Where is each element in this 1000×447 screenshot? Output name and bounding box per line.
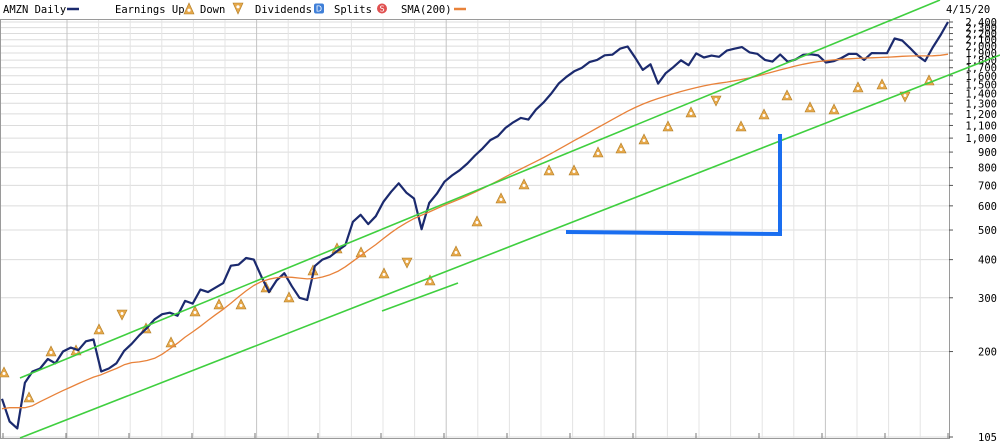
earnings-up-marker — [23, 391, 35, 403]
splits-label: Splits — [334, 4, 372, 16]
earnings-up-marker — [518, 178, 530, 190]
dividends-label: Dividends — [255, 4, 312, 16]
y-axis: 105 200 300 400 500 600 700 800 900 1,0001,1001,2… — [949, 17, 997, 444]
earnings-up-marker — [471, 215, 483, 227]
annotation-horizontal — [565, 230, 783, 236]
earnings-up-marker — [662, 120, 674, 132]
earnings-up-marker — [543, 164, 555, 176]
earnings-up-marker — [283, 291, 295, 303]
splits-badge-letter: S — [379, 5, 384, 14]
earnings-up-label: Earnings Up — [115, 4, 185, 16]
sma-series-line — [1, 53, 949, 410]
sma-label: SMA(200) — [401, 4, 452, 16]
earnings-up-marker — [378, 267, 390, 279]
earnings-up-marker — [638, 133, 650, 145]
earnings-up-marker — [852, 81, 864, 93]
earnings-up-marker — [495, 192, 507, 204]
price-chart: AMZN Daily Earnings Up Down Dividends D … — [0, 0, 1000, 444]
earnings-down-marker-icon — [232, 2, 244, 15]
y-tick-label: 700 — [978, 180, 997, 192]
earnings-up-marker — [828, 103, 840, 115]
y-tick-label: 200 — [978, 347, 997, 359]
y-tick-label: 1,200 — [965, 109, 997, 121]
ticker-label: AMZN Daily — [3, 4, 66, 16]
earnings-up-marker — [735, 120, 747, 132]
chart-legend: AMZN Daily Earnings Up Down Dividends D … — [3, 2, 990, 16]
earnings-up-marker — [685, 106, 697, 118]
earnings-up-marker — [568, 164, 580, 176]
earnings-up-marker — [45, 345, 57, 357]
dividends-badge-letter: D — [316, 5, 322, 14]
earnings-up-marker — [0, 366, 10, 378]
upper-trend-line — [19, 0, 941, 379]
trend-channel — [19, 0, 1000, 439]
earnings-up-marker — [450, 245, 462, 257]
lower-trend-line — [19, 54, 1000, 439]
earnings-up-marker — [235, 298, 247, 310]
y-tick-label: 400 — [978, 255, 997, 267]
earnings-down-marker — [710, 95, 722, 107]
y-tick-label: 900 — [978, 147, 997, 159]
plot-frame — [0, 19, 950, 439]
y-tick-label: 1,000 — [965, 133, 997, 145]
y-tick-label: 2,400 — [965, 17, 997, 29]
date-label: 4/15/20 — [946, 4, 990, 16]
y-tick-label: 500 — [978, 225, 997, 237]
dividends-badge-icon: D — [314, 3, 324, 14]
y-tick-label: 1,100 — [965, 120, 997, 132]
earnings-up-marker — [93, 323, 105, 335]
grid — [1, 20, 949, 438]
down-label: Down — [200, 4, 225, 16]
y-tick-label: 300 — [978, 293, 997, 305]
y-tick-label: 105 — [978, 432, 997, 444]
y-tick-label: 600 — [978, 201, 997, 213]
earnings-up-marker — [213, 298, 225, 310]
earnings-down-marker — [401, 257, 413, 269]
earnings-down-marker — [116, 309, 128, 321]
earnings-up-marker — [781, 89, 793, 101]
splits-badge-icon: S — [377, 3, 387, 14]
y-tick-label: 800 — [978, 163, 997, 175]
earnings-up-marker-icon — [183, 2, 195, 15]
earnings-up-marker — [615, 142, 627, 154]
